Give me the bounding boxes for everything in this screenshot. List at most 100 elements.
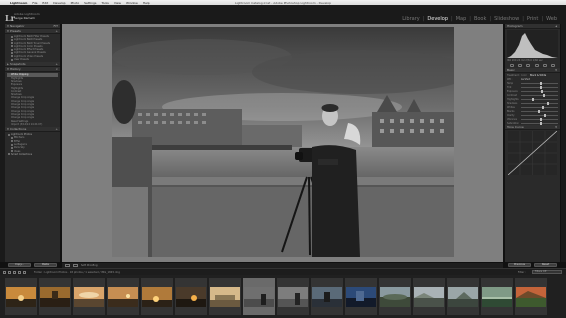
add-collection-icon[interactable]: + — [55, 127, 58, 131]
histogram-header[interactable]: Histogram ◀ — [505, 24, 560, 29]
treatment-color-option[interactable]: Color — [521, 74, 527, 77]
wb-dropdown[interactable]: As Shot — [521, 78, 530, 81]
slider-knob[interactable] — [541, 89, 544, 93]
before-after-swap-icon[interactable] — [73, 264, 78, 267]
histogram[interactable] — [507, 30, 558, 58]
slider-knob[interactable] — [540, 85, 543, 89]
filmstrip-source-path[interactable]: Folder : Lightroom Photos · 18 photos / … — [34, 271, 120, 274]
graduated-filter-icon[interactable] — [534, 63, 539, 67]
history-step[interactable]: Import (3/14/14 14:21:07) — [7, 123, 58, 126]
collapse-triangle-icon: ▼ — [7, 67, 9, 71]
slider-knob[interactable] — [539, 81, 542, 85]
before-after-view-icon[interactable] — [65, 264, 70, 267]
slider-knob[interactable] — [532, 97, 535, 101]
collection-set-icon — [8, 133, 10, 136]
module-book[interactable]: Book — [473, 16, 487, 22]
folder-icon — [11, 58, 13, 61]
slider-knob[interactable] — [546, 101, 549, 105]
filmstrip-thumbnail[interactable] — [379, 278, 411, 315]
photo-preview[interactable] — [112, 27, 454, 257]
filmstrip-thumbnail[interactable] — [5, 278, 37, 315]
slider-knob[interactable] — [539, 117, 542, 121]
filmstrip-thumbnail[interactable] — [209, 278, 241, 315]
menu-item-lightroom[interactable]: Lightroom — [10, 1, 27, 5]
filmstrip-thumbnail[interactable] — [447, 278, 479, 315]
preset-folder[interactable]: User Presets — [7, 58, 58, 61]
tone-curve-header[interactable]: Tone Curve ▼ — [505, 125, 560, 130]
menu-item-tools[interactable]: Tools — [101, 1, 108, 5]
crop-tool-icon[interactable] — [510, 63, 515, 67]
back-arrow-icon[interactable] — [18, 270, 21, 274]
slider-knob[interactable] — [542, 105, 545, 109]
filter-label: Filter : — [517, 270, 526, 274]
identity-user-name: Serge Ramelli — [14, 15, 35, 20]
filmstrip-thumbnail[interactable] — [345, 278, 377, 315]
red-eye-icon[interactable] — [526, 63, 531, 67]
folder-icon — [11, 35, 13, 38]
histogram-graph — [507, 33, 558, 58]
module-web[interactable]: Web — [545, 16, 558, 22]
menu-item-file[interactable]: File — [32, 1, 37, 5]
filmstrip-thumbnail[interactable] — [141, 278, 173, 315]
module-slideshow[interactable]: Slideshow — [493, 16, 520, 22]
folder-icon — [11, 51, 13, 54]
image-canvas[interactable] — [62, 24, 503, 262]
menu-item-window[interactable]: Window — [126, 1, 138, 5]
radial-filter-icon[interactable] — [542, 63, 547, 67]
menu-item-help[interactable]: Help — [143, 1, 150, 5]
collections-list: Lightroom Photos BW Paris Eiffel Le Baga… — [5, 132, 60, 157]
spot-removal-icon[interactable] — [518, 63, 523, 67]
reset-button[interactable]: Reset — [534, 263, 557, 267]
menu-item-develop[interactable]: Develop — [53, 1, 65, 5]
soft-proofing-checkbox[interactable]: Soft Proofing — [81, 264, 98, 267]
filter-dropdown[interactable]: Filters Off — [532, 270, 562, 274]
filmstrip-thumbnail[interactable] — [39, 278, 71, 315]
identity-plate: Adobe Lightroom Serge Ramelli — [14, 12, 40, 20]
filmstrip-thumbnail[interactable] — [515, 278, 547, 315]
forward-arrow-icon[interactable] — [23, 270, 26, 274]
menu-item-view[interactable]: View — [114, 1, 121, 5]
tone-curve-graph[interactable] — [507, 130, 558, 176]
collection-icon — [11, 150, 13, 153]
secondary-display-icon[interactable] — [8, 270, 11, 274]
filmstrip-thumbnail[interactable] — [107, 278, 139, 315]
navigator-zoom[interactable]: FIT — [54, 24, 58, 28]
filmstrip-header: Folder : Lightroom Photos · 18 photos / … — [0, 268, 566, 275]
thumbnail-image — [40, 286, 70, 307]
treatment-bw-option[interactable]: Black & White — [530, 74, 546, 77]
right-panel: Histogram ◀ ISO 200 24 mm f/8.0 1/60 sec… — [505, 24, 560, 262]
slider-knob[interactable] — [539, 121, 542, 125]
menu-item-settings[interactable]: Settings — [84, 1, 96, 5]
copy-button[interactable]: Copy... — [8, 263, 31, 267]
smart-collections[interactable]: Smart Collections — [7, 153, 58, 156]
module-print[interactable]: Print — [526, 16, 540, 22]
thumbnail-image — [414, 286, 444, 307]
filmstrip-thumbnail[interactable] — [311, 278, 343, 315]
menu-item-photo[interactable]: Photo — [71, 1, 80, 5]
collapse-triangle-icon: ▼ — [7, 29, 9, 33]
filmstrip-thumbnail[interactable] — [175, 278, 207, 315]
slider-knob[interactable] — [543, 113, 546, 117]
filmstrip-thumbnail[interactable] — [277, 278, 309, 315]
adjustment-brush-icon[interactable] — [550, 63, 555, 67]
add-preset-icon[interactable]: + — [55, 29, 58, 33]
grid-view-icon[interactable] — [13, 270, 16, 274]
module-map[interactable]: Map — [455, 16, 468, 22]
collapse-triangle-icon: ▼ — [7, 24, 9, 28]
clear-history-icon[interactable]: × — [55, 67, 58, 71]
paste-button[interactable]: Paste — [34, 263, 57, 267]
filmstrip-thumbnail-selected[interactable] — [243, 278, 275, 315]
primary-display-icon[interactable] — [3, 270, 6, 274]
previous-button[interactable]: Previous — [508, 263, 531, 267]
slider-knob[interactable] — [543, 93, 546, 97]
module-develop[interactable]: Develop — [426, 16, 449, 22]
filmstrip-thumbnail[interactable] — [73, 278, 105, 315]
menu-item-edit[interactable]: Edit — [42, 1, 48, 5]
add-snapshot-icon[interactable]: + — [55, 62, 58, 66]
thumbnail-image — [142, 286, 172, 307]
right-panel-toggle[interactable] — [561, 24, 566, 262]
filmstrip-thumbnail[interactable] — [413, 278, 445, 315]
slider-knob[interactable] — [537, 109, 540, 113]
filmstrip-thumbnail[interactable] — [481, 278, 513, 315]
module-library[interactable]: Library — [401, 16, 420, 22]
